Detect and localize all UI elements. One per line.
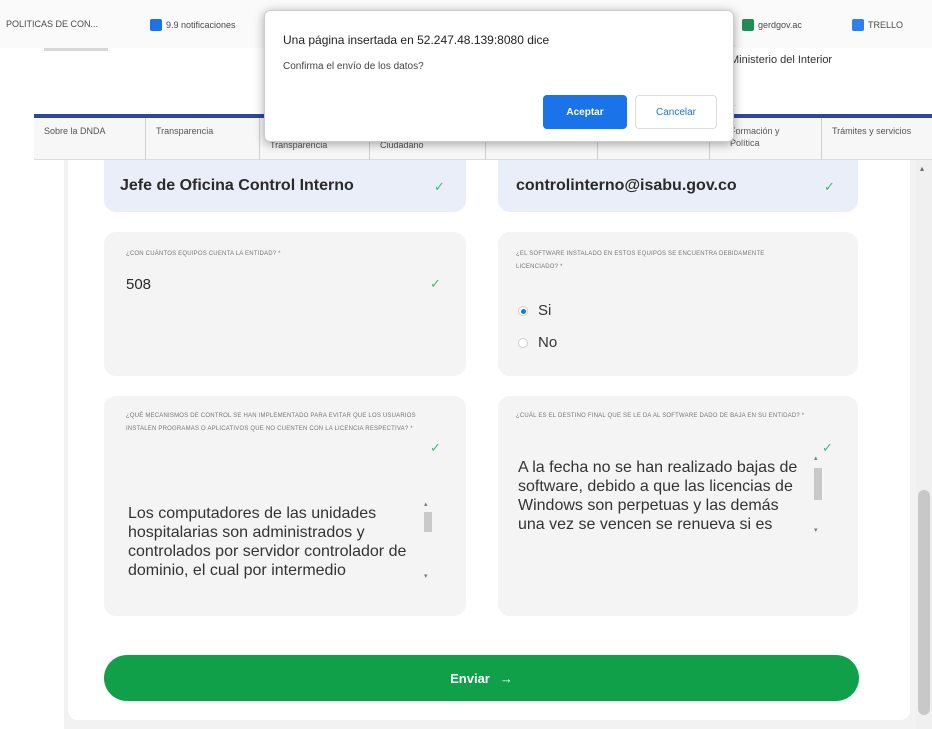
destino-field: ¿Cuál es el destino final que se le da a… [498, 396, 858, 616]
bookmark-item[interactable]: gerdgov.ac [742, 19, 802, 31]
radio-label-si: Si [538, 302, 552, 319]
submit-label: Enviar [450, 670, 490, 686]
email-field[interactable]: controlinterno@isabu.gov.co ✓ [498, 160, 858, 212]
dialog-message: Confirma el envío de los datos? [283, 61, 424, 72]
scroll-down-icon[interactable]: ▾ [814, 526, 818, 534]
scroll-up-icon[interactable]: ▴ [424, 500, 428, 508]
radio-button[interactable] [518, 305, 528, 316]
scroll-up-icon[interactable]: ▴ [920, 164, 924, 173]
bookmark-label: TRELLO [868, 20, 904, 30]
check-icon: ✓ [430, 440, 441, 455]
check-icon: ✓ [430, 276, 441, 291]
page-scroll-thumb[interactable] [918, 490, 930, 715]
bookmark-label: 9.9 notificaciones [166, 20, 236, 30]
equipos-value: 508 [126, 276, 152, 293]
nav-item-sobre[interactable]: Sobre la DNDA [34, 118, 146, 160]
email-value: controlinterno@isabu.gov.co [516, 177, 737, 194]
textarea-scrollbar[interactable]: ▴ ▾ [422, 500, 434, 604]
equipos-field[interactable]: ¿Con cuántos equipos cuenta la entidad? … [104, 232, 466, 376]
ministerio-label: Ministerio del Interior [730, 54, 833, 66]
licenciado-field: ¿El software instalado en estos equipos … [498, 232, 858, 376]
bookmark-item[interactable]: TRELLO [852, 19, 903, 31]
nav-item-tramites[interactable]: Trámites y servicios [822, 118, 932, 160]
radio-option-si[interactable]: Si [518, 302, 551, 319]
destino-label: ¿Cuál es el destino final que se le da a… [516, 413, 805, 419]
radio-label-no: No [538, 334, 558, 351]
cargo-field[interactable]: Jefe de Oficina Control Interno ✓ [104, 160, 466, 212]
check-icon: ✓ [434, 179, 445, 194]
header-placeholder [44, 48, 108, 51]
textarea-scrollbar[interactable]: ▴ ▾ [812, 454, 824, 558]
scroll-up-icon[interactable]: ▴ [814, 454, 818, 462]
submit-button[interactable]: Enviar → [104, 655, 859, 701]
mecanismos-label: ¿Qué mecanismos de control se han implem… [126, 413, 416, 432]
mecanismos-field: ¿Qué mecanismos de control se han implem… [104, 396, 466, 616]
licenciado-label: ¿El software instalado en estos equipos … [516, 251, 765, 270]
destino-textarea[interactable]: A la fecha no se han realizado bajas de … [518, 458, 808, 534]
cancel-button[interactable]: Cancelar [635, 95, 717, 129]
arrow-right-icon: → [499, 670, 513, 686]
nav-item-transparencia[interactable]: Transparencia [146, 118, 260, 160]
spreadsheet-icon [742, 19, 754, 31]
check-icon: ✓ [824, 179, 835, 194]
scroll-down-icon[interactable]: ▾ [424, 572, 428, 580]
dialog-title: Una página insertada en 52.247.48.139:80… [283, 33, 550, 47]
cargo-value: Jefe de Oficina Control Interno [120, 177, 354, 194]
page-scrollbar[interactable]: ▴ [916, 160, 932, 729]
radio-button[interactable] [518, 337, 528, 348]
mecanismos-textarea[interactable]: Los computadores de las unidades hospita… [128, 504, 418, 580]
bookmark-label: gerdgov.ac [758, 20, 802, 30]
calendar-icon [150, 19, 162, 31]
radio-option-no[interactable]: No [518, 334, 557, 351]
scroll-thumb[interactable] [814, 468, 822, 500]
bookmark-item[interactable]: POLITICAS DE CON... [6, 19, 98, 29]
confirm-dialog: Una página insertada en 52.247.48.139:80… [264, 10, 734, 142]
bookmark-item[interactable]: 9.9 notificaciones [150, 19, 236, 31]
scroll-thumb[interactable] [424, 512, 432, 532]
bookmark-label: POLITICAS DE CON... [6, 19, 99, 29]
equipos-label: ¿Con cuántos equipos cuenta la entidad? … [126, 251, 281, 257]
accept-button[interactable]: Aceptar [543, 95, 627, 129]
trello-icon [852, 19, 864, 31]
